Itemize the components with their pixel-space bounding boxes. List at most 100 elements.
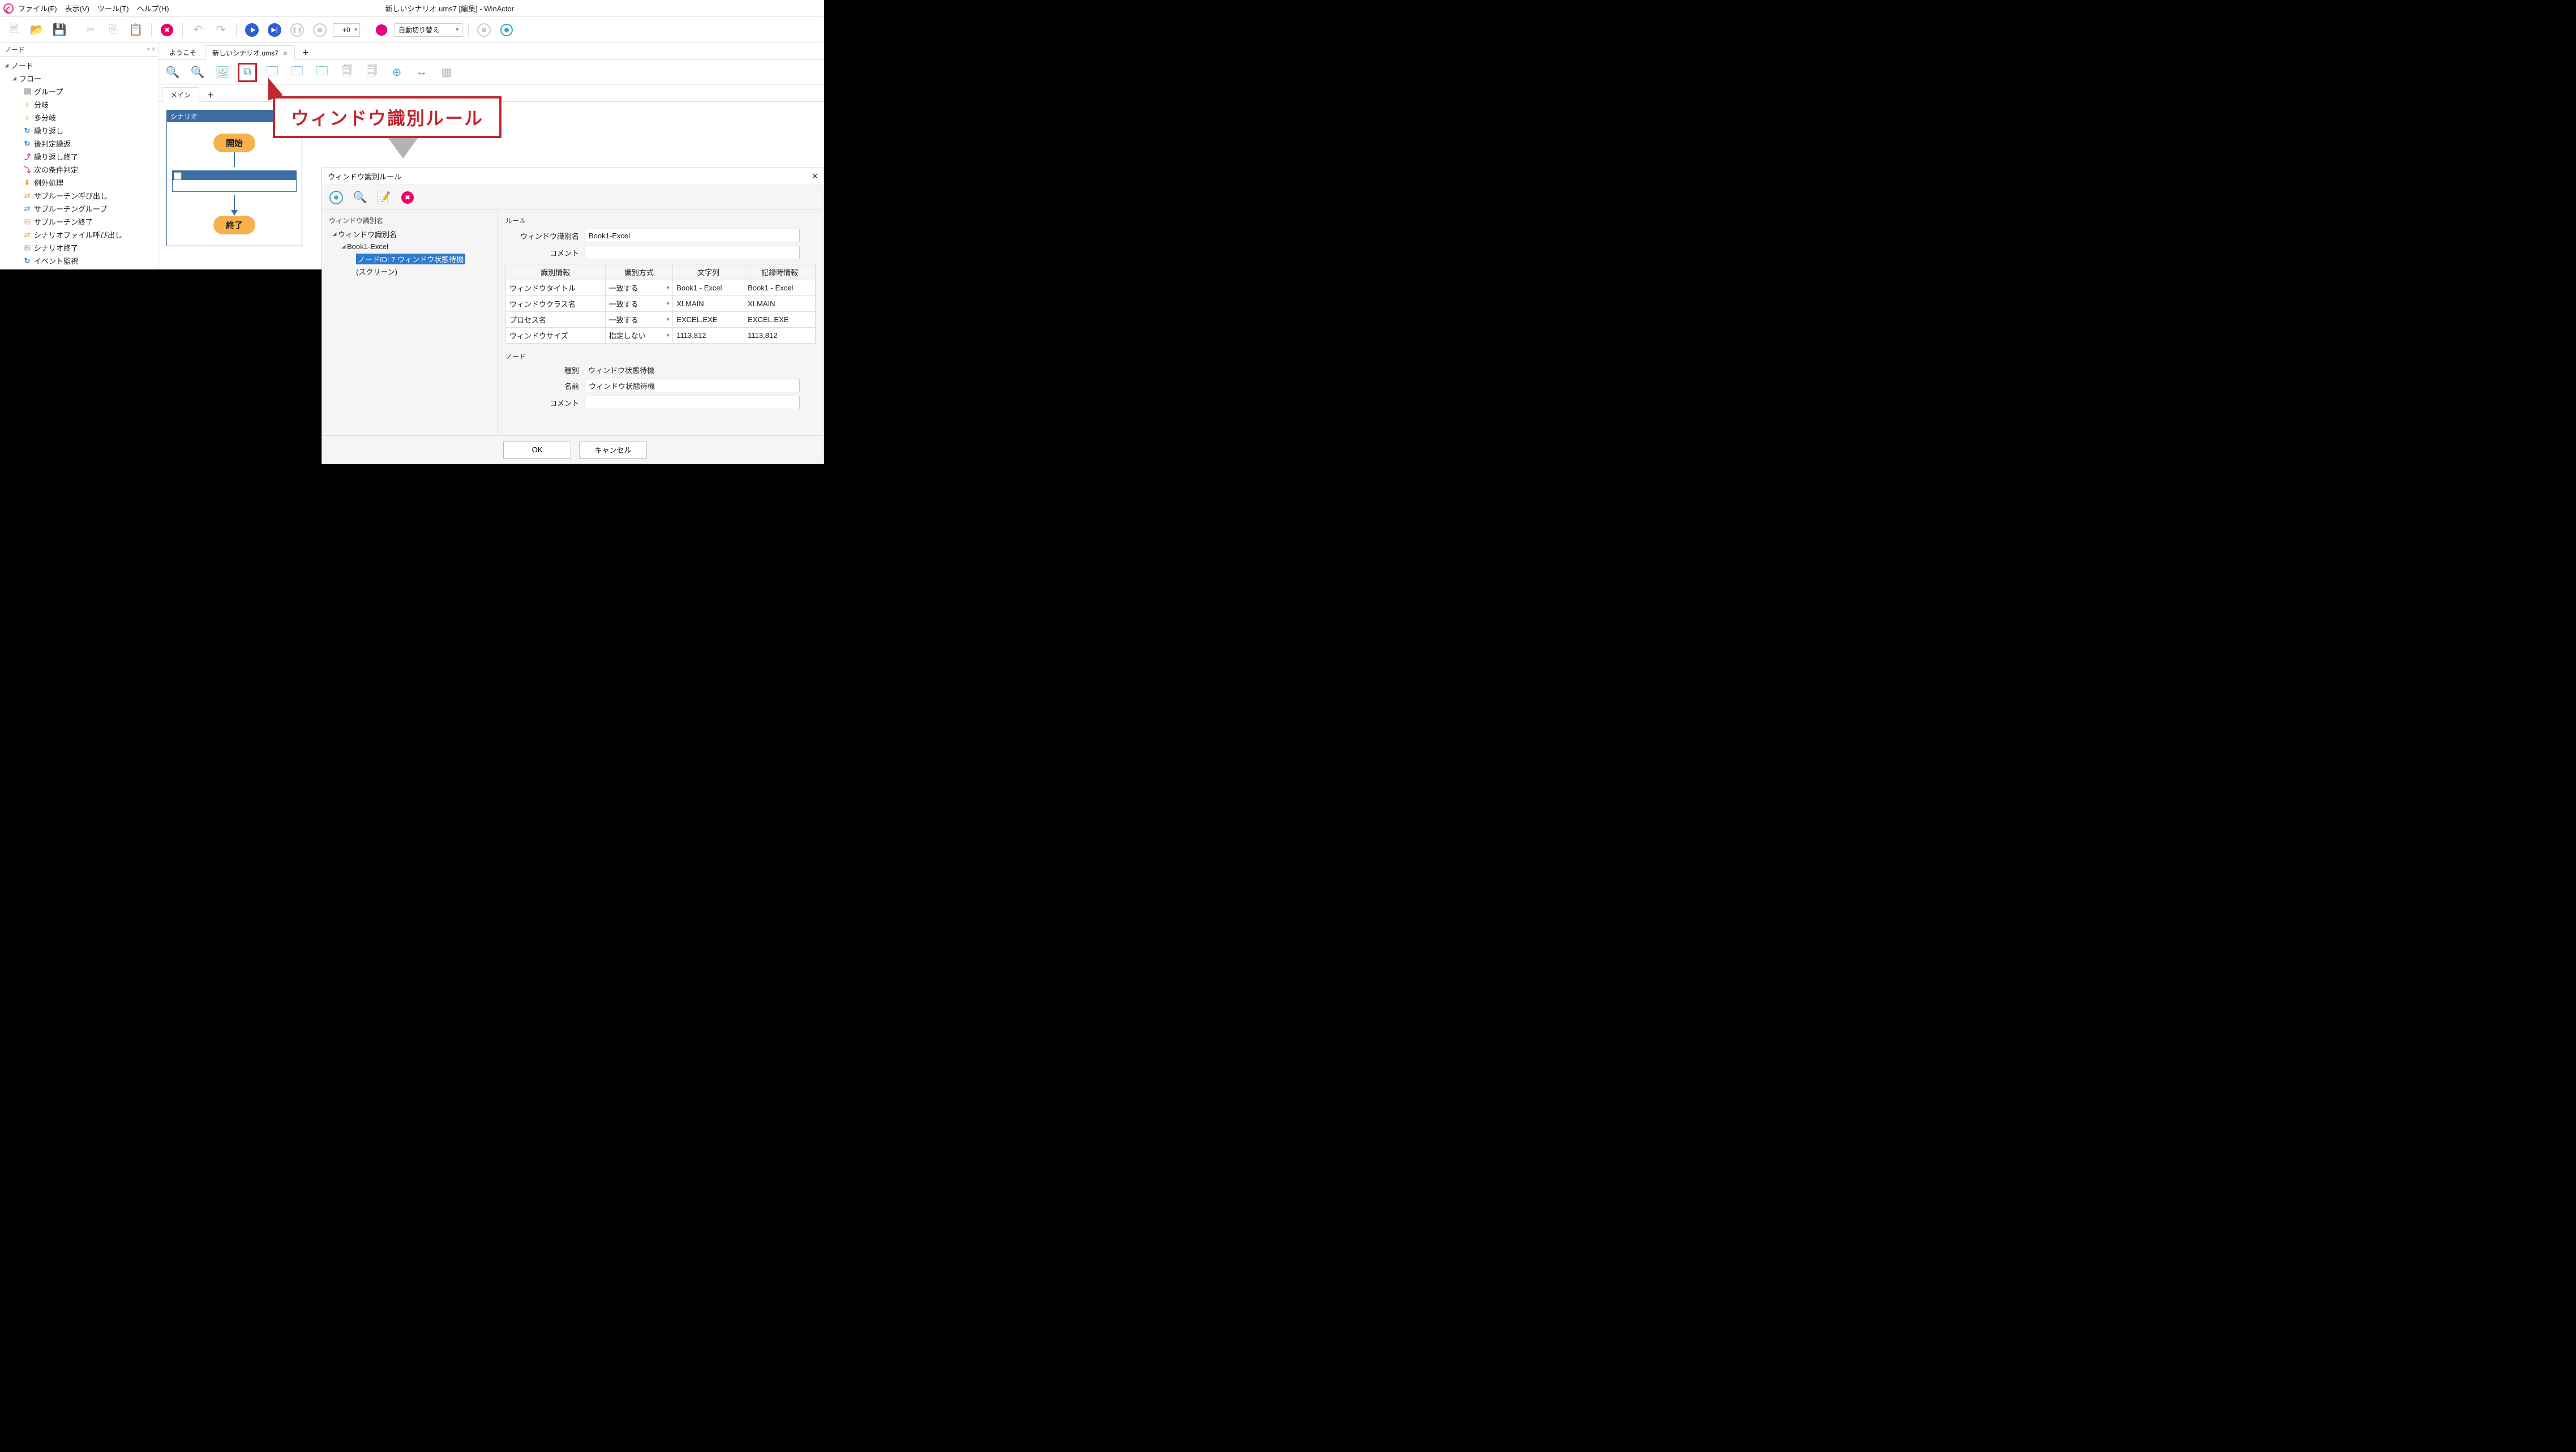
image-icon[interactable]	[213, 63, 232, 82]
tree-item[interactable]: シナリオファイル呼び出し	[0, 228, 158, 241]
string-input[interactable]: Book1 - Excel	[673, 280, 744, 296]
dialog-tree-screen[interactable]: (スクリーン)	[329, 265, 490, 277]
copy-window-icon[interactable]	[337, 63, 357, 82]
grid-icon[interactable]	[437, 63, 456, 82]
tree-flow[interactable]: ◢フロー	[0, 72, 158, 85]
save-icon[interactable]	[50, 20, 69, 40]
window-icon-2[interactable]	[288, 63, 307, 82]
method-select[interactable]: 指定しない	[605, 328, 673, 344]
tree-item[interactable]: サブルーチン終了	[0, 215, 158, 228]
dialog-tree-node-selected[interactable]: ノードID: 7 ウィンドウ状態待機	[329, 252, 490, 265]
comment-input[interactable]	[585, 246, 800, 259]
close-icon[interactable]	[157, 20, 177, 40]
dialog-tree-book[interactable]: ◢Book1-Excel	[329, 240, 490, 252]
tree-item[interactable]: 繰り返し終了	[0, 150, 158, 163]
cut-icon[interactable]	[81, 20, 100, 40]
speed-select[interactable]: +0	[333, 23, 360, 37]
undo-icon[interactable]	[188, 20, 208, 40]
window-rule-icon[interactable]	[238, 63, 257, 82]
stop-icon[interactable]	[310, 20, 329, 40]
node-type-value: ウィンドウ状態待機	[585, 365, 816, 375]
redo-icon[interactable]	[211, 20, 230, 40]
subtab-add[interactable]: ＋	[199, 87, 222, 102]
tab-add[interactable]: ＋	[296, 45, 315, 59]
tree-item[interactable]: 例外処理	[0, 176, 158, 189]
dialog-titlebar: ウィンドウ識別ルール ×	[322, 168, 824, 185]
tree-item[interactable]: イベント監視	[0, 254, 158, 267]
dialog-close-icon[interactable]: ×	[812, 170, 818, 182]
string-input[interactable]: 1113,812	[673, 328, 744, 344]
pause-icon[interactable]	[288, 20, 307, 40]
string-input[interactable]: XLMAIN	[673, 296, 744, 312]
copy-window-icon-2[interactable]	[362, 63, 382, 82]
method-select[interactable]: 一致する	[605, 312, 673, 328]
tab-welcome[interactable]: ようこそ	[162, 45, 204, 59]
comment-label: コメント	[505, 247, 585, 258]
tree-item[interactable]: 後判定繰返	[0, 137, 158, 150]
tree-item[interactable]: 多分岐	[0, 111, 158, 124]
dialog-target-icon[interactable]	[328, 189, 345, 206]
play-icon[interactable]	[242, 20, 262, 40]
node-panel: ノード ▾✕ ◢ノード ◢フロー グループ 分岐 多分岐 繰り返し 後判定繰返 …	[0, 43, 158, 269]
winname-label: ウィンドウ識別名	[505, 230, 585, 241]
dialog-search-icon[interactable]	[352, 189, 368, 206]
tree-item[interactable]: サブルーチングループ	[0, 202, 158, 215]
tab-close-icon[interactable]: ×	[283, 49, 288, 58]
new-icon[interactable]	[5, 20, 24, 40]
panel-dropdown-icon[interactable]: ▾	[147, 46, 150, 53]
window-icon-3[interactable]	[312, 63, 332, 82]
menu-view[interactable]: 表示(V)	[65, 3, 89, 14]
step-icon[interactable]	[265, 20, 284, 40]
tree-item[interactable]: 次の条件判定	[0, 163, 158, 176]
col-rec: 記録時情報	[744, 264, 816, 280]
zoom-in-icon[interactable]	[163, 63, 182, 82]
string-input[interactable]: EXCEL.EXE	[673, 312, 744, 328]
tree-item[interactable]: サブルーチン呼び出し	[0, 189, 158, 202]
tree-root[interactable]: ◢ノード	[0, 59, 158, 72]
tree-item[interactable]: 分岐	[0, 98, 158, 111]
add-icon[interactable]	[387, 63, 406, 82]
dialog-footer: OK キャンセル	[322, 435, 824, 464]
winname-input[interactable]: Book1-Excel	[585, 229, 800, 242]
menu-help[interactable]: ヘルプ(H)	[137, 3, 169, 14]
ok-button[interactable]: OK	[503, 442, 571, 459]
dialog-tree-header: ウィンドウ識別名	[329, 216, 490, 225]
tree-item[interactable]: イベント監視登録	[0, 267, 158, 269]
cancel-button[interactable]: キャンセル	[579, 442, 647, 459]
rule-table: 識別情報 識別方式 文字列 記録時情報 ウィンドウタイトル 一致する Book1…	[505, 264, 816, 344]
dialog-edit-icon[interactable]	[375, 189, 392, 206]
arrow-icon[interactable]	[412, 63, 431, 82]
window-title: 新しいシナリオ.ums7 [編集] - WinActor	[169, 3, 730, 14]
empty-slot[interactable]	[172, 170, 297, 192]
node-tree[interactable]: ◢ノード ◢フロー グループ 分岐 多分岐 繰り返し 後判定繰返 繰り返し終了 …	[0, 57, 158, 269]
target-icon[interactable]	[497, 20, 516, 40]
node-name-input[interactable]: ウィンドウ状態待機	[585, 379, 800, 392]
dialog-form: ルール ウィンドウ識別名 Book1-Excel コメント 識別情報 識別方式 …	[498, 210, 824, 435]
panel-close-icon[interactable]: ✕	[151, 46, 156, 53]
method-select[interactable]: 一致する	[605, 296, 673, 312]
table-row: ウィンドウクラス名 一致する XLMAIN XLMAIN	[506, 296, 816, 312]
menu-tool[interactable]: ツール(T)	[97, 3, 129, 14]
dialog-tree-root[interactable]: ◢ウィンドウ識別名	[329, 228, 490, 240]
window-rule-dialog: ウィンドウ識別ルール × ウィンドウ識別名 ◢ウィンドウ識別名 ◢Book1-E…	[322, 168, 824, 464]
start-node[interactable]: 開始	[213, 134, 255, 152]
tree-item[interactable]: グループ	[0, 85, 158, 98]
copy-icon[interactable]	[104, 20, 123, 40]
dialog-delete-icon[interactable]	[399, 189, 416, 206]
record-mode-select[interactable]: 自動切り替え	[395, 23, 462, 37]
tree-item[interactable]: シナリオ終了	[0, 241, 158, 254]
tab-scenario[interactable]: 新しいシナリオ.ums7×	[205, 45, 295, 60]
record-icon[interactable]	[372, 20, 391, 40]
menu-file[interactable]: ファイル(F)	[18, 3, 57, 14]
end-node[interactable]: 終了	[213, 216, 255, 234]
record-stop-icon[interactable]	[474, 20, 494, 40]
tree-item[interactable]: 繰り返し	[0, 124, 158, 137]
method-select[interactable]: 一致する	[605, 280, 673, 296]
subtab-main[interactable]: メイン	[162, 87, 199, 102]
node-comment-input[interactable]	[585, 396, 800, 409]
node-panel-header: ノード ▾✕	[0, 43, 158, 57]
zoom-out-icon[interactable]	[188, 63, 207, 82]
main-toolbar: +0 自動切り替え	[0, 17, 824, 43]
paste-icon[interactable]	[126, 20, 145, 40]
open-icon[interactable]	[27, 20, 46, 40]
